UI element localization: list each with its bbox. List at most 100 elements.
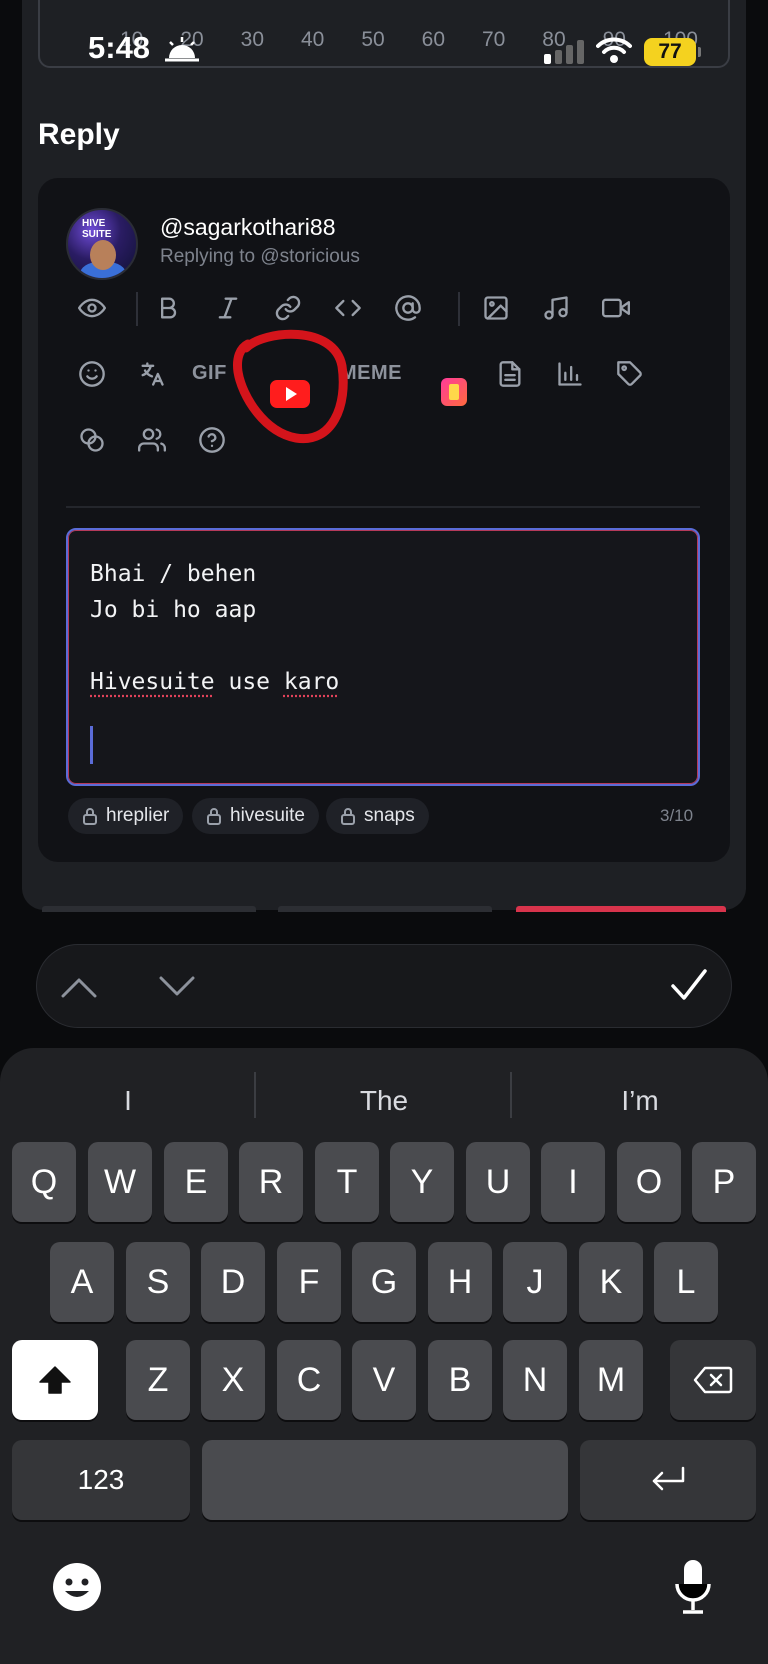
key-e[interactable]: E — [164, 1142, 228, 1222]
scale-tick: 30 — [240, 28, 265, 51]
tag-label: snaps — [364, 805, 415, 826]
card-divider — [66, 506, 700, 508]
replying-to-label: Replying to @storicious — [160, 246, 360, 267]
editor-line: Jo bi ho aap — [90, 597, 257, 623]
italic-icon[interactable] — [210, 290, 246, 326]
checkmark-icon[interactable] — [667, 963, 711, 1007]
document-icon[interactable] — [492, 356, 528, 392]
key-j[interactable]: J — [503, 1242, 567, 1322]
scale-tick: 40 — [300, 28, 325, 51]
key-b[interactable]: B — [428, 1340, 492, 1420]
emoji-keyboard-icon[interactable] — [50, 1560, 104, 1614]
key-v[interactable]: V — [352, 1340, 416, 1420]
key-a[interactable]: A — [50, 1242, 114, 1322]
emoji-icon[interactable] — [74, 356, 110, 392]
tag-icon[interactable] — [612, 356, 648, 392]
tag-label: hreplier — [106, 805, 170, 826]
battery-indicator: 77 — [644, 38, 701, 66]
key-o[interactable]: O — [617, 1142, 681, 1222]
key-k[interactable]: K — [579, 1242, 643, 1322]
status-time: 5:48 — [88, 30, 151, 65]
youtube-icon[interactable] — [270, 380, 310, 408]
tag-chip[interactable]: snaps — [326, 798, 429, 834]
key-y[interactable]: Y — [390, 1142, 454, 1222]
text-caret — [90, 726, 93, 764]
eye-icon[interactable] — [74, 290, 110, 326]
avatar[interactable]: HIVE SUITE — [66, 208, 138, 280]
username[interactable]: @sagarkothari88 — [160, 214, 336, 241]
bottom-button-left[interactable] — [42, 906, 256, 912]
lock-icon — [83, 808, 97, 825]
key-t[interactable]: T — [315, 1142, 379, 1222]
avatar-face — [90, 240, 116, 270]
bottom-button-middle[interactable] — [278, 906, 492, 912]
key-h[interactable]: H — [428, 1242, 492, 1322]
mention-icon[interactable] — [390, 290, 426, 326]
music-icon[interactable] — [538, 290, 574, 326]
lock-icon — [207, 808, 221, 825]
suggestion[interactable]: The — [256, 1078, 512, 1124]
key-q[interactable]: Q — [12, 1142, 76, 1222]
help-icon[interactable] — [194, 422, 230, 458]
reply-editor[interactable]: Bhai / behen Jo bi ho aap Hivesuite use … — [66, 528, 700, 786]
scale-tick: 50 — [361, 28, 385, 51]
poll-icon[interactable] — [552, 356, 588, 392]
return-key[interactable] — [580, 1440, 756, 1520]
shift-key[interactable] — [12, 1340, 98, 1420]
gif-button[interactable]: GIF — [192, 362, 227, 385]
key-m[interactable]: M — [579, 1340, 643, 1420]
avatar-logo-text: HIVE SUITE — [82, 218, 112, 240]
signal-icon — [544, 40, 584, 64]
tag-label: hivesuite — [230, 805, 305, 826]
sunrise-icon — [165, 37, 199, 62]
meme-button[interactable]: MEME — [340, 362, 402, 385]
key-l[interactable]: L — [654, 1242, 718, 1322]
key-f[interactable]: F — [277, 1242, 341, 1322]
code-icon[interactable] — [330, 290, 366, 326]
key-c[interactable]: C — [277, 1340, 341, 1420]
reply-card: HIVE SUITE @sagarkothari88 Replying to @… — [38, 178, 730, 862]
key-i[interactable]: I — [541, 1142, 605, 1222]
reply-title: Reply — [38, 118, 120, 151]
chevron-down-icon[interactable] — [155, 965, 199, 1009]
microphone-icon[interactable] — [670, 1556, 716, 1618]
keyboard-accessory-bar — [36, 944, 732, 1028]
key-g[interactable]: G — [352, 1242, 416, 1322]
video-icon[interactable] — [598, 290, 634, 326]
key-w[interactable]: W — [88, 1142, 152, 1222]
tag-count: 3/10 — [660, 806, 694, 825]
coins-icon[interactable] — [74, 422, 110, 458]
snaps-icon[interactable] — [441, 378, 467, 406]
translate-icon[interactable] — [134, 356, 170, 392]
link-icon[interactable] — [270, 290, 306, 326]
bold-icon[interactable] — [150, 290, 186, 326]
editor-line: Bhai / behen — [90, 561, 257, 587]
spellcheck-word: Hivesuite — [90, 669, 215, 695]
keyboard: I The I’m Q W E R T Y U I O P A S D F G … — [0, 1048, 768, 1664]
chevron-up-icon[interactable] — [57, 965, 101, 1009]
key-s[interactable]: S — [126, 1242, 190, 1322]
numbers-key[interactable]: 123 — [12, 1440, 190, 1520]
return-icon — [652, 1466, 685, 1491]
space-key[interactable] — [202, 1440, 568, 1520]
key-p[interactable]: P — [692, 1142, 756, 1222]
suggestion[interactable]: I’m — [512, 1078, 768, 1124]
editor-text: use — [214, 669, 284, 695]
key-n[interactable]: N — [503, 1340, 567, 1420]
suggestion[interactable]: I — [0, 1078, 256, 1124]
scale-tick: 70 — [481, 28, 506, 51]
backspace-key[interactable] — [670, 1340, 756, 1420]
key-u[interactable]: U — [466, 1142, 530, 1222]
bottom-button-submit[interactable] — [516, 906, 726, 912]
scale-tick: 60 — [421, 28, 445, 51]
users-icon[interactable] — [134, 422, 170, 458]
tag-chip[interactable]: hreplier — [68, 798, 184, 834]
image-icon[interactable] — [478, 290, 514, 326]
key-z[interactable]: Z — [126, 1340, 190, 1420]
toolbar-divider — [458, 292, 460, 326]
key-r[interactable]: R — [239, 1142, 303, 1222]
key-x[interactable]: X — [201, 1340, 265, 1420]
key-d[interactable]: D — [201, 1242, 265, 1322]
toolbar-divider — [136, 292, 138, 326]
tag-chip[interactable]: hivesuite — [192, 798, 319, 834]
